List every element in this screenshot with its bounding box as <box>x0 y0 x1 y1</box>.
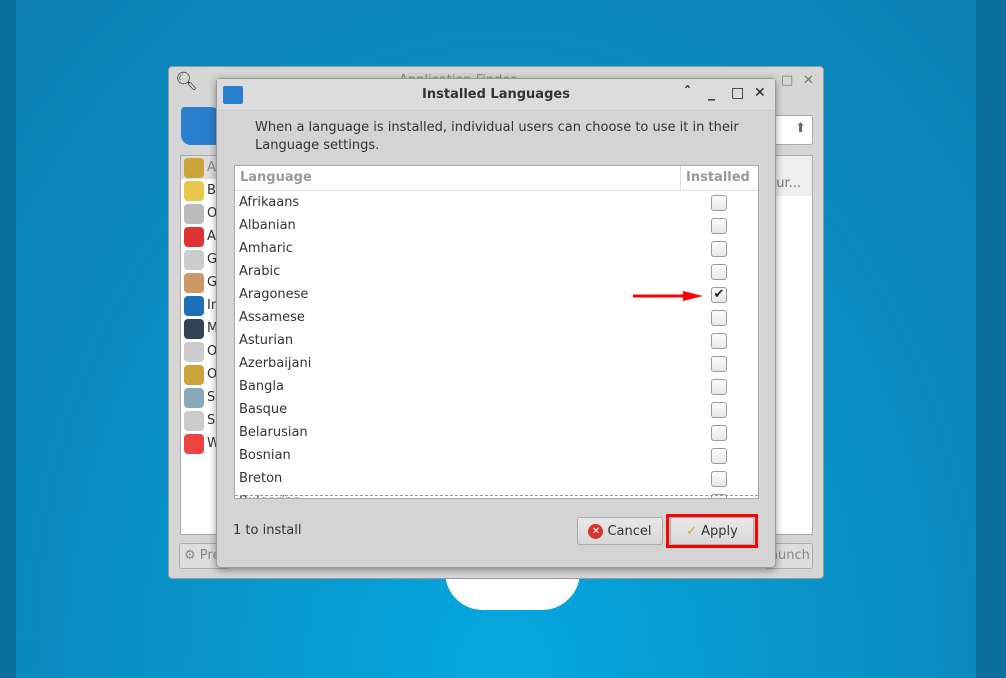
installed-checkbox[interactable] <box>711 378 727 395</box>
shade-icon[interactable]: ˆ <box>684 85 691 101</box>
installed-checkbox[interactable] <box>711 470 727 487</box>
language-name: Basque <box>239 402 288 417</box>
maximize-icon[interactable]: □ <box>731 85 744 101</box>
maximize-icon[interactable]: □ <box>781 73 793 88</box>
language-name: Assamese <box>239 310 305 325</box>
installed-checkbox[interactable] <box>711 263 727 280</box>
category-label: S <box>207 390 216 405</box>
language-name: Afrikaans <box>239 195 300 210</box>
language-row[interactable]: Bangla <box>235 375 758 398</box>
category-label: S <box>207 413 216 428</box>
desktop-edge-right <box>976 0 1006 678</box>
category-icon <box>184 203 204 224</box>
installed-checkbox[interactable] <box>711 401 727 418</box>
language-name: Albanian <box>239 218 296 233</box>
language-row[interactable]: Basque <box>235 398 758 421</box>
category-icon <box>184 295 204 316</box>
flag-icon <box>181 107 221 145</box>
category-icon <box>184 318 204 339</box>
dialog-title: Installed Languages <box>422 87 570 102</box>
category-label: A <box>207 229 216 244</box>
language-row[interactable]: Azerbaijani <box>235 352 758 375</box>
installed-checkbox[interactable] <box>711 217 727 234</box>
arrow-up-icon: ⬆ <box>795 121 806 136</box>
category-icon <box>184 364 204 385</box>
dialog-titlebar: Installed Languages ˆ _ □ ✕ <box>217 79 775 111</box>
category-icon <box>184 157 204 178</box>
installed-checkbox[interactable] <box>711 309 727 326</box>
category-icon <box>184 341 204 362</box>
search-icon[interactable]: 🔍︎ <box>175 71 198 92</box>
language-name: Belarusian <box>239 425 308 440</box>
language-list[interactable]: Language Installed Afrikaans Albanian Amha… <box>234 165 759 499</box>
language-name: Azerbaijani <box>239 356 312 371</box>
installed-checkbox[interactable] <box>711 240 727 257</box>
category-icon <box>184 226 204 247</box>
language-row[interactable]: Bosnian <box>235 444 758 467</box>
minimize-icon[interactable]: _ <box>708 85 715 101</box>
installed-checkbox[interactable] <box>711 355 727 372</box>
column-language[interactable]: Language <box>235 166 680 190</box>
category-label: B <box>207 183 216 198</box>
desktop-edge-left <box>0 0 16 678</box>
installed-checkbox[interactable] <box>711 447 727 464</box>
language-row[interactable]: Afrikaans <box>235 191 758 214</box>
category-icon <box>184 433 204 454</box>
close-icon[interactable]: ✕ <box>803 73 814 88</box>
category-icon <box>184 410 204 431</box>
installed-checkbox[interactable] <box>711 332 727 349</box>
installed-checkbox[interactable]: ✔ <box>711 286 727 303</box>
language-row[interactable]: Breton <box>235 467 758 490</box>
apply-highlight-annotation <box>666 514 758 548</box>
language-row[interactable]: Assamese <box>235 306 758 329</box>
cancel-label: Cancel <box>607 523 652 539</box>
language-row[interactable]: Asturian <box>235 329 758 352</box>
category-label: A <box>207 160 216 175</box>
language-name: Amharic <box>239 241 293 256</box>
language-name: Bosnian <box>239 448 291 463</box>
language-row[interactable]: Arabic <box>235 260 758 283</box>
install-status: 1 to install <box>233 523 302 538</box>
column-installed[interactable]: Installed <box>680 166 758 190</box>
red-arrow-annotation <box>633 291 703 301</box>
list-bottom-edge <box>235 495 758 496</box>
category-icon <box>184 272 204 293</box>
installed-checkbox[interactable] <box>711 424 727 441</box>
language-row[interactable]: Amharic <box>235 237 758 260</box>
language-row[interactable]: Albanian <box>235 214 758 237</box>
cancel-icon: ✕ <box>588 523 604 539</box>
dialog-description: When a language is installed, individual… <box>255 120 739 153</box>
language-name: Bangla <box>239 379 284 394</box>
language-row[interactable]: Belarusian <box>235 421 758 444</box>
language-name: Breton <box>239 471 283 486</box>
language-name: Asturian <box>239 333 294 348</box>
close-icon[interactable]: ✕ <box>754 85 766 101</box>
category-icon <box>184 249 204 270</box>
category-icon <box>184 387 204 408</box>
category-icon <box>184 180 204 201</box>
language-name: Arabic <box>239 264 281 279</box>
installed-checkbox[interactable] <box>711 194 727 211</box>
cancel-button[interactable]: ✕ Cancel <box>577 517 663 545</box>
installed-languages-dialog: Installed Languages ˆ _ □ ✕ When a langu… <box>216 78 776 568</box>
list-header: Language Installed <box>235 166 758 191</box>
